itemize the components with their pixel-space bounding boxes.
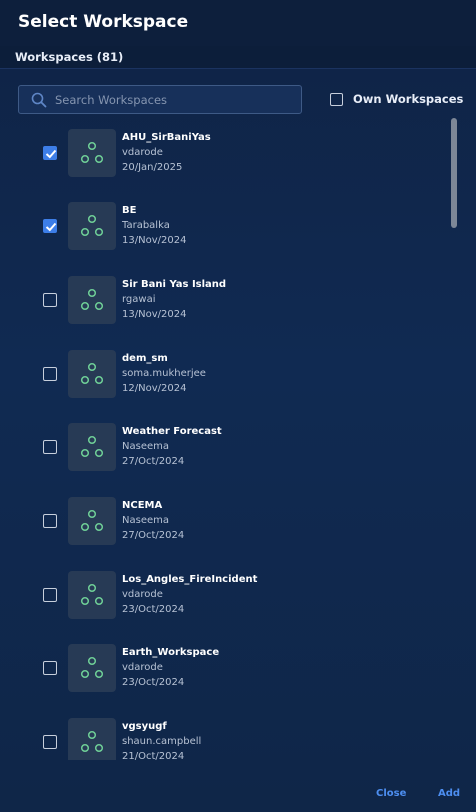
workspace-checkbox[interactable] [43,588,57,602]
workspace-owner: vdarode [122,147,163,158]
workspace-name: Earth_Workspace [122,647,220,658]
workspace-checkbox[interactable] [43,514,57,528]
workspace-name: Los_Angles_FireIncident [122,574,258,585]
list-item[interactable]: BE Tarabalka 13/Nov/2024 [0,195,446,255]
search-input[interactable] [55,90,295,110]
workspace-nodes-icon [80,435,104,458]
workspace-owner: Tarabalka [122,220,170,231]
close-button[interactable]: Close [376,788,406,799]
workspace-date: 20/Jan/2025 [122,162,183,173]
workspace-checkbox[interactable] [43,440,57,454]
search-box[interactable] [18,85,302,114]
workspace-nodes-icon [80,509,104,532]
workspace-date: 23/Oct/2024 [122,677,185,688]
workspace-name: dem_sm [122,353,168,364]
workspace-name: BE [122,205,137,216]
workspace-owner: soma.mukherjee [122,368,206,379]
workspace-list[interactable]: AHU_SirBaniYas vdarode 20/Jan/2025 BE Ta… [0,122,446,760]
workspace-date: 13/Nov/2024 [122,235,187,246]
workspace-thumbnail[interactable] [68,276,116,324]
workspace-thumbnail[interactable] [68,571,116,619]
workspace-nodes-icon [80,730,104,753]
workspace-thumbnail[interactable] [68,644,116,692]
workspace-name: vgsyugf [122,721,167,732]
workspaces-count-title: Workspaces (81) [15,50,124,64]
workspace-checkbox[interactable] [43,293,57,307]
workspace-owner: Naseema [122,441,169,452]
workspace-thumbnail[interactable] [68,497,116,545]
workspace-name: Weather Forecast [122,426,222,437]
workspace-nodes-icon [80,583,104,606]
workspace-thumbnail[interactable] [68,129,116,177]
workspace-nodes-icon [80,141,104,164]
workspace-owner: rgawai [122,294,156,305]
search-icon [31,92,47,108]
workspace-name: NCEMA [122,500,163,511]
dialog-title: Select Workspace [18,12,189,32]
list-item[interactable]: Earth_Workspace vdarode 23/Oct/2024 [0,637,446,697]
workspace-date: 21/Oct/2024 [122,751,185,760]
list-item[interactable]: vgsyugf shaun.campbell 21/Oct/2024 [0,711,446,760]
workspace-checkbox[interactable] [43,219,57,233]
list-item[interactable]: Los_Angles_FireIncident vdarode 23/Oct/2… [0,564,446,624]
workspace-nodes-icon [80,656,104,679]
workspace-thumbnail[interactable] [68,718,116,760]
own-workspaces-checkbox[interactable] [330,92,343,106]
workspace-name: AHU_SirBaniYas [122,132,211,143]
list-item[interactable]: Sir Bani Yas Island rgawai 13/Nov/2024 [0,269,446,329]
workspace-owner: vdarode [122,589,163,600]
scrollbar-thumb[interactable] [451,118,457,228]
workspace-thumbnail[interactable] [68,202,116,250]
workspace-checkbox[interactable] [43,367,57,381]
workspace-date: 12/Nov/2024 [122,383,187,394]
workspace-checkbox[interactable] [43,661,57,675]
workspace-date: 23/Oct/2024 [122,604,185,615]
list-item[interactable]: dem_sm soma.mukherjee 12/Nov/2024 [0,343,446,403]
workspace-checkbox[interactable] [43,146,57,160]
workspace-name: Sir Bani Yas Island [122,279,227,290]
workspace-nodes-icon [80,288,104,311]
workspace-date: 27/Oct/2024 [122,530,185,541]
add-button[interactable]: Add [438,788,460,799]
list-item[interactable]: NCEMA Naseema 27/Oct/2024 [0,490,446,550]
own-workspaces-label: Own Workspaces [353,92,464,106]
workspace-thumbnail[interactable] [68,423,116,471]
workspace-owner: Naseema [122,515,169,526]
workspace-checkbox[interactable] [43,735,57,749]
workspace-owner: shaun.campbell [122,736,202,747]
workspace-date: 27/Oct/2024 [122,456,185,467]
list-item[interactable]: AHU_SirBaniYas vdarode 20/Jan/2025 [0,122,446,182]
workspace-owner: vdarode [122,662,163,673]
workspace-date: 13/Nov/2024 [122,309,187,320]
workspace-thumbnail[interactable] [68,350,116,398]
list-item[interactable]: Weather Forecast Naseema 27/Oct/2024 [0,416,446,476]
own-workspaces-filter[interactable]: Own Workspaces [330,90,463,108]
workspace-nodes-icon [80,214,104,237]
workspace-nodes-icon [80,362,104,385]
